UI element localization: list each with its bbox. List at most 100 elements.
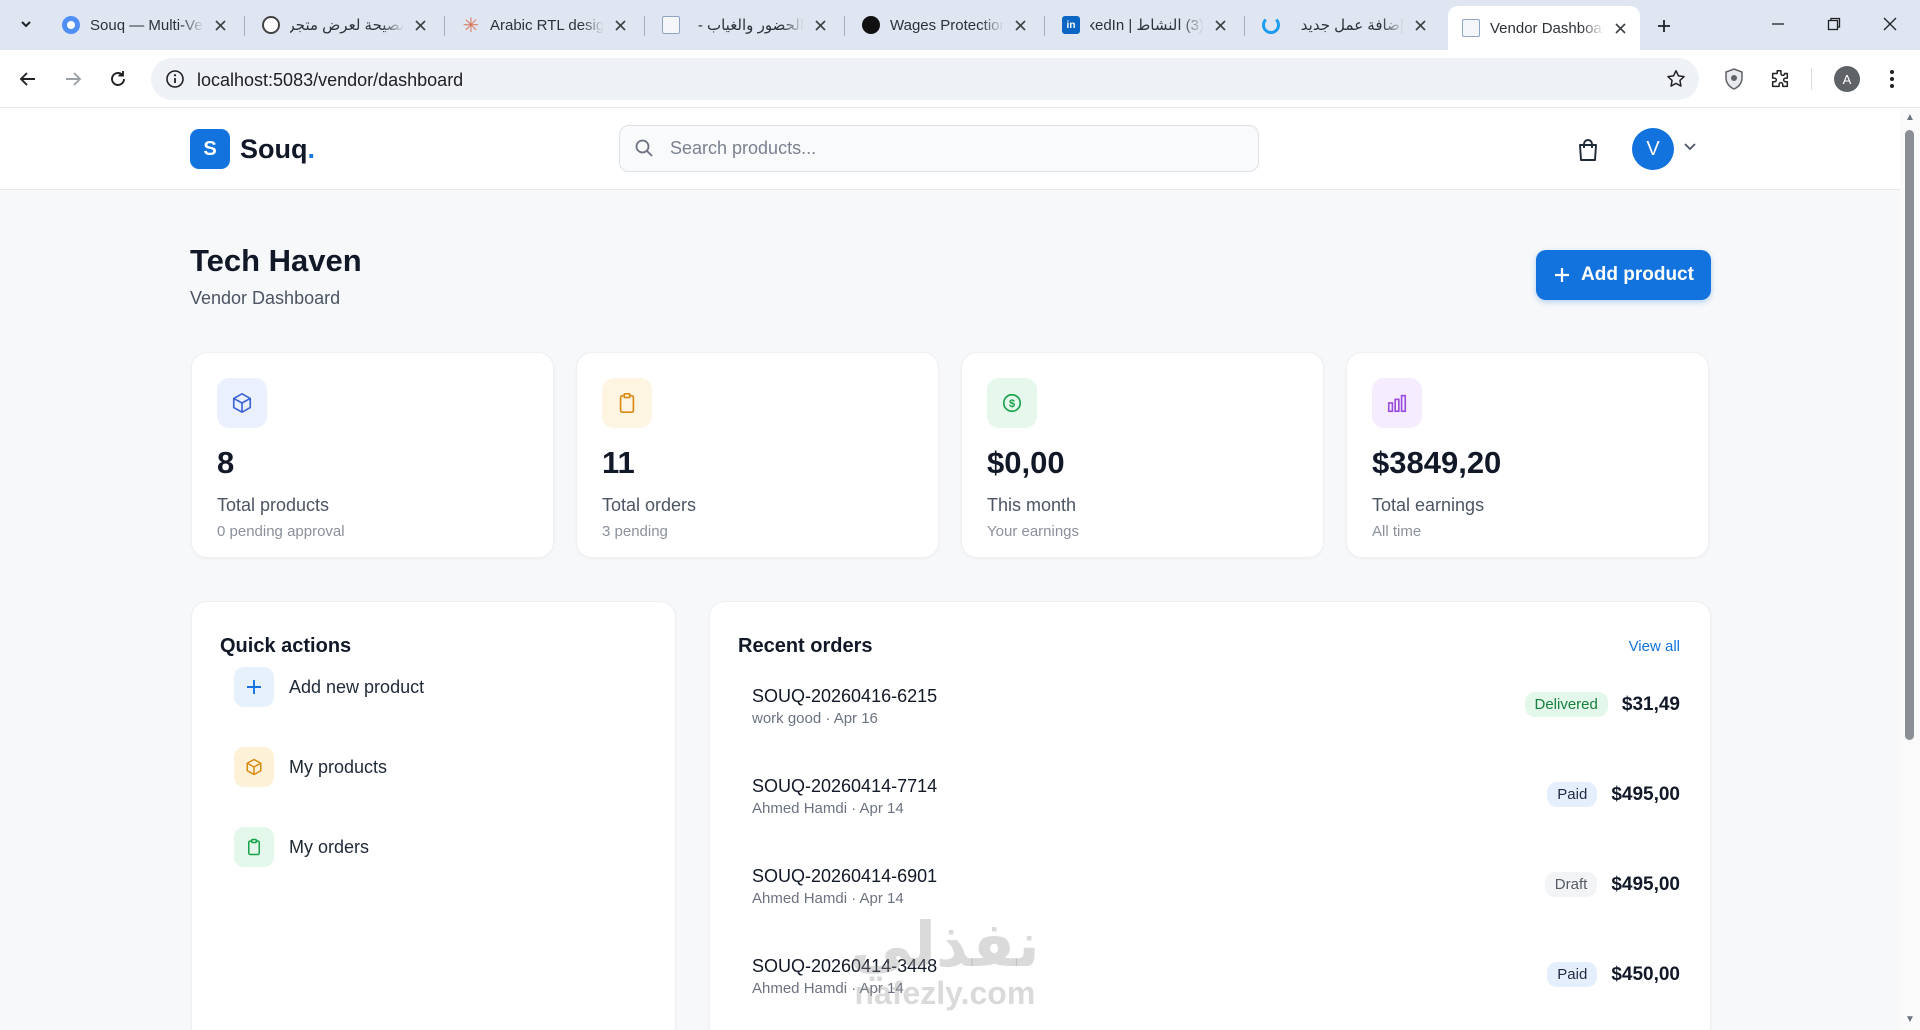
tab-favicon-icon <box>1262 16 1280 34</box>
tab-title: نصيحة لعرض متجر <box>290 17 404 34</box>
close-icon[interactable] <box>610 15 630 35</box>
browser-tab[interactable]: نصيحة لعرض متجر <box>248 6 440 44</box>
close-icon[interactable] <box>1010 15 1030 35</box>
restore-icon <box>1827 17 1841 31</box>
profile-button[interactable]: A <box>1831 63 1863 95</box>
tab-title: الحضور والغياب - <box>697 17 804 34</box>
scroll-down-icon[interactable]: ▼ <box>1904 1014 1916 1026</box>
reload-button[interactable] <box>102 63 134 95</box>
page-title: Tech Haven <box>190 243 362 278</box>
order-row[interactable]: SOUQ-20260414-7714 Ahmed Hamdi · Apr 14 … <box>752 776 1680 836</box>
order-meta: Ahmed Hamdi · Apr 14 <box>752 890 904 907</box>
new-tab-button[interactable] <box>1650 12 1678 40</box>
bookmark-star-icon[interactable] <box>1665 68 1687 95</box>
stat-label: This month <box>987 495 1077 515</box>
recent-orders-title: Recent orders <box>738 635 873 657</box>
order-total: $495,00 <box>1611 783 1680 805</box>
search-box[interactable] <box>619 125 1259 172</box>
forward-button[interactable] <box>57 63 89 95</box>
address-url[interactable]: localhost:5083/vendor/dashboard <box>197 70 463 91</box>
arrow-right-icon <box>66 72 82 86</box>
browser-tab-active[interactable]: Vendor Dashboard <box>1448 6 1640 50</box>
close-icon[interactable] <box>1610 18 1630 38</box>
tab-favicon-icon <box>1462 19 1480 37</box>
page-viewport: S Souq. V Tech Haven Vendor Dashboard Ad… <box>0 108 1900 1030</box>
add-product-label: Add product <box>1581 264 1694 285</box>
tab-separator <box>1044 16 1045 36</box>
tab-separator <box>444 16 445 36</box>
chevron-down-icon[interactable] <box>1682 138 1698 159</box>
toolbar-divider <box>1811 68 1812 90</box>
add-product-button[interactable]: Add product <box>1536 250 1711 300</box>
browser-tab[interactable]: Wages Protection <box>848 6 1040 44</box>
tab-title: Souq — Multi-Vendor <box>90 16 204 34</box>
watermark: نفذلي nafezly.com <box>850 908 1040 1012</box>
address-bar[interactable]: localhost:5083/vendor/dashboard <box>151 58 1699 100</box>
logo-text: Souq. <box>240 134 315 165</box>
order-meta: Ahmed Hamdi · Apr 14 <box>752 800 904 817</box>
restore-button[interactable] <box>1814 8 1854 40</box>
reload-icon <box>111 71 125 86</box>
box-icon <box>234 747 274 787</box>
tab-favicon-icon <box>62 16 80 34</box>
extensions-button[interactable] <box>1764 63 1796 95</box>
close-icon[interactable] <box>810 15 830 35</box>
scrollbar-thumb[interactable] <box>1905 130 1914 740</box>
tab-separator <box>1244 16 1245 36</box>
back-button[interactable] <box>12 63 44 95</box>
kebab-menu-icon <box>1890 70 1894 88</box>
search-input[interactable] <box>670 126 1240 171</box>
quick-actions-panel: Quick actions Add new product My product… <box>191 601 676 1030</box>
plus-icon <box>1555 268 1570 282</box>
site-info-icon[interactable] <box>165 69 185 94</box>
avatar: A <box>1834 66 1860 92</box>
close-icon[interactable] <box>410 15 430 35</box>
close-icon[interactable] <box>210 15 230 35</box>
tab-title: (3) النشاط | LinkedIn <box>1090 17 1204 34</box>
order-meta: work good · Apr 16 <box>752 710 878 727</box>
minimize-button[interactable] <box>1758 8 1798 40</box>
browser-tab[interactable]: إضافة عمل جديد <box>1248 6 1440 44</box>
window-close-button[interactable] <box>1870 8 1910 40</box>
tab-favicon-icon <box>662 16 680 34</box>
quick-action-add-product[interactable]: Add new product <box>234 661 654 713</box>
logo-dot: . <box>307 133 316 164</box>
scroll-up-icon[interactable]: ▲ <box>1904 112 1916 124</box>
site-header: S Souq. V <box>0 108 1900 190</box>
order-total: $450,00 <box>1611 963 1680 985</box>
svg-text:$: $ <box>1009 398 1015 410</box>
tab-search-button[interactable] <box>12 10 40 38</box>
order-row[interactable]: SOUQ-20260416-6215 work good · Apr 16 De… <box>752 686 1680 746</box>
close-icon[interactable] <box>1210 15 1230 35</box>
site-logo[interactable]: S Souq. <box>190 129 315 169</box>
close-icon[interactable] <box>1410 15 1430 35</box>
view-all-link[interactable]: View all <box>1629 638 1680 655</box>
quick-action-my-orders[interactable]: My orders <box>234 821 654 873</box>
quick-action-my-products[interactable]: My products <box>234 741 654 793</box>
cart-button[interactable] <box>1573 135 1603 165</box>
browser-tab[interactable]: الحضور والغياب - <box>648 6 840 44</box>
box-icon <box>217 378 267 428</box>
browser-toolbar: localhost:5083/vendor/dashboard A <box>0 50 1920 108</box>
quick-action-label: My orders <box>289 836 370 857</box>
minimize-icon <box>1772 23 1784 25</box>
stat-label: Total orders <box>602 495 697 515</box>
page-scrollbar[interactable]: ▲ ▼ <box>1900 108 1920 1030</box>
shield-icon <box>1725 68 1743 90</box>
clipboard-icon <box>602 378 652 428</box>
browser-tab[interactable]: in (3) النشاط | LinkedIn <box>1048 6 1240 44</box>
bar-chart-icon <box>1372 378 1422 428</box>
browser-menu-button[interactable] <box>1876 63 1908 95</box>
page-subtitle: Vendor Dashboard <box>190 288 341 308</box>
stat-label: Total products <box>217 495 330 515</box>
close-icon <box>1883 17 1897 31</box>
tab-favicon-icon <box>862 16 880 34</box>
browser-tab[interactable]: ✳ Arabic RTL design <box>448 6 640 44</box>
browser-tab[interactable]: Souq — Multi-Vendor <box>48 6 240 44</box>
extension-shield-button[interactable] <box>1718 63 1750 95</box>
tab-title: Vendor Dashboard <box>1490 19 1604 37</box>
tab-favicon-icon: ✳ <box>462 14 480 37</box>
user-avatar-button[interactable]: V <box>1632 128 1674 170</box>
stat-label: Total earnings <box>1372 495 1485 515</box>
logo-mark: S <box>190 129 230 169</box>
